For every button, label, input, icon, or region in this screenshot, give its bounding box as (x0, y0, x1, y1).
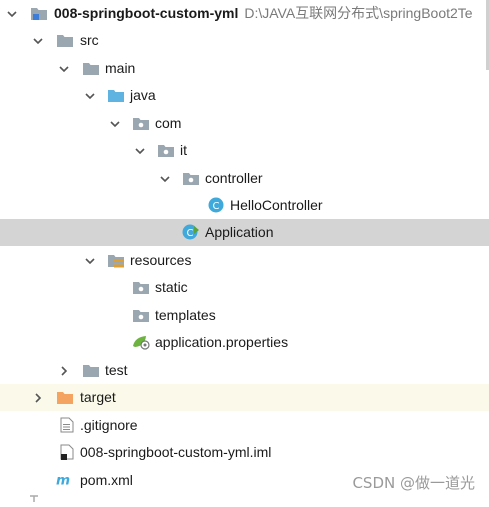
folder-icon (82, 362, 100, 378)
source-folder-icon (107, 87, 125, 103)
tree-label: resources (130, 252, 192, 268)
tree-row-resources[interactable]: resources (0, 247, 489, 274)
project-path: D:\JAVA互联网分布式\springBoot2Te (244, 5, 473, 21)
module-folder-icon (30, 5, 48, 21)
properties-file-icon (132, 334, 150, 350)
tree-label: static (155, 279, 188, 295)
tree-label: pom.xml (80, 472, 133, 488)
chevron-down-icon[interactable] (30, 33, 46, 49)
tree-label: test (105, 362, 128, 378)
folder-icon (82, 60, 100, 76)
tree-row-project[interactable]: 008-springboot-custom-yml D:\JAVA互联网分布式\s… (0, 0, 489, 27)
tree-row-main[interactable]: main (0, 55, 489, 82)
tree-row-com[interactable]: com (0, 110, 489, 137)
svg-text:C: C (187, 228, 194, 239)
package-icon (157, 142, 175, 158)
tree-row-src[interactable]: src (0, 27, 489, 54)
tree-label: main (105, 60, 136, 76)
tree-row-it[interactable]: it (0, 137, 489, 164)
chevron-down-icon[interactable] (157, 171, 173, 187)
svg-text:m: m (56, 473, 70, 489)
tree-label: Application (205, 224, 274, 240)
spring-boot-class-icon: C (182, 224, 200, 240)
maven-icon: m (56, 472, 74, 489)
tree-row-static[interactable]: static (0, 274, 489, 301)
tree-label: com (155, 115, 182, 131)
tree-label: target (80, 389, 116, 405)
tree-label: application.properties (155, 334, 289, 350)
package-icon (132, 307, 150, 323)
text-file-icon (58, 417, 76, 433)
tree-row-gitignore[interactable]: .gitignore (0, 412, 489, 439)
tree-row-templates[interactable]: templates (0, 302, 489, 329)
tree-label: 008-springboot-custom-yml.iml (80, 444, 272, 460)
tree-row-application-properties[interactable]: application.properties (0, 329, 489, 356)
tree-label: controller (205, 170, 263, 186)
tree-row-application[interactable]: C Application (0, 219, 489, 246)
chevron-down-icon[interactable] (4, 6, 20, 22)
project-tree: 008-springboot-custom-yml D:\JAVA互联网分布式\s… (0, 0, 489, 502)
package-icon (132, 115, 150, 131)
module-file-icon (58, 444, 76, 460)
watermark: CSDN @做一道光 (352, 474, 475, 492)
folder-icon (56, 32, 74, 48)
chevron-down-icon[interactable] (132, 143, 148, 159)
chevron-down-icon[interactable] (107, 116, 123, 132)
class-icon: C (207, 197, 225, 213)
project-name: 008-springboot-custom-yml (54, 5, 239, 21)
chevron-down-icon[interactable] (82, 253, 98, 269)
chevron-right-icon[interactable] (30, 390, 46, 406)
tree-label: it (180, 142, 187, 158)
tree-row-target[interactable]: target (0, 384, 489, 411)
tree-row-controller[interactable]: controller (0, 165, 489, 192)
tree-row-test[interactable]: test (0, 357, 489, 384)
resources-folder-icon (107, 252, 125, 268)
chevron-right-icon[interactable] (56, 363, 72, 379)
svg-text:C: C (213, 201, 220, 212)
package-icon (132, 279, 150, 295)
package-icon (182, 170, 200, 186)
tree-label: src (80, 32, 99, 48)
tree-label: java (130, 87, 156, 103)
tree-label: templates (155, 307, 216, 323)
chevron-down-icon[interactable] (82, 88, 98, 104)
tree-row-java[interactable]: java (0, 82, 489, 109)
excluded-folder-icon (56, 389, 74, 405)
chevron-down-icon[interactable] (56, 61, 72, 77)
tree-label: .gitignore (80, 417, 138, 433)
tree-label: HelloController (230, 197, 323, 213)
tree-row-iml[interactable]: 008-springboot-custom-yml.iml (0, 439, 489, 466)
cut-off-icon (28, 491, 46, 507)
tree-row-hello-controller[interactable]: C HelloController (0, 192, 489, 219)
